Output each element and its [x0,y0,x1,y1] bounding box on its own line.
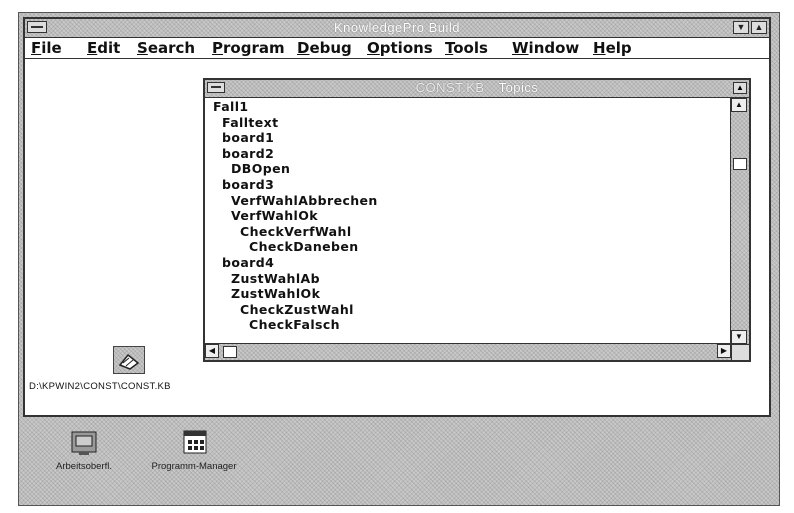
topics-subtitle: CONST.KB [415,80,485,95]
vertical-scrollbar[interactable]: ▲ ▼ [730,98,749,344]
scroll-right-arrow[interactable]: ▶ [717,344,731,358]
scroll-up-arrow[interactable]: ▲ [731,98,747,112]
menu-window[interactable]: Window [512,39,579,57]
menu-tools[interactable]: Tools [445,39,488,57]
desktop-icon-program-manager[interactable]: Programm-Manager [149,429,239,472]
menu-search[interactable]: Search [137,39,195,57]
desktop-icon-program-manager-label: Programm-Manager [151,461,237,472]
desktop: KnowledgePro Build ▼ ▲ File Edit Search … [18,12,780,506]
topic-item[interactable]: Fall1 [213,99,727,115]
menu-bar: File Edit Search Program Debug Options T… [25,38,769,59]
menu-program[interactable]: Program [212,39,285,57]
topics-maximize-button[interactable]: ▲ [733,82,747,94]
topic-item[interactable]: CheckDaneben [213,239,727,255]
menu-debug[interactable]: Debug [297,39,352,57]
maximize-button[interactable]: ▲ [751,21,767,34]
topic-item[interactable]: board2 [213,146,727,162]
horizontal-scroll-thumb[interactable] [223,346,237,358]
vertical-scroll-thumb[interactable] [733,158,747,170]
topic-item[interactable]: ZustWahlOk [213,286,727,302]
menu-options[interactable]: Options [367,39,433,57]
title-bar[interactable]: KnowledgePro Build ▼ ▲ [25,19,769,38]
topics-window-title: CONST.KB Topics [205,80,749,95]
topic-item[interactable]: board3 [213,177,727,193]
topic-item[interactable]: board4 [213,255,727,271]
minimized-window-path[interactable]: D:\KPWIN2\CONST\CONST.KB [29,381,171,392]
minimize-button[interactable]: ▼ [733,21,749,34]
topic-item[interactable]: board1 [213,130,727,146]
desktop-icon-workspace[interactable]: Arbeitsoberfl. [39,429,129,472]
knowledge-base-icon [118,353,140,370]
topic-item[interactable]: CheckVerfWahl [213,224,727,240]
size-grip [731,344,749,360]
desktop-icon-workspace-label: Arbeitsoberfl. [56,461,112,472]
menu-help[interactable]: Help [593,39,632,57]
menu-file[interactable]: File [31,39,62,57]
scroll-down-arrow[interactable]: ▼ [731,330,747,344]
topic-item[interactable]: CheckZustWahl [213,302,727,318]
scroll-left-arrow[interactable]: ◀ [205,344,219,358]
topic-item[interactable]: Falltext [213,115,727,131]
topics-title: Topics [498,80,539,95]
topic-item[interactable]: CheckFalsch [213,317,727,333]
workspace-icon [69,429,99,457]
topics-window: CONST.KB Topics ▲ Fall1 Falltext board1 boar… [203,78,751,362]
menu-edit[interactable]: Edit [87,39,120,57]
main-window: KnowledgePro Build ▼ ▲ File Edit Search … [23,17,771,417]
topics-tree: Fall1 Falltext board1 board2 DBOpen board3 Ver… [213,99,727,342]
window-title: KnowledgePro Build [333,20,461,35]
horizontal-scrollbar[interactable]: ◀ ▶ [205,343,731,360]
topic-item[interactable]: ZustWahlAb [213,271,727,287]
program-manager-icon [179,429,209,457]
topics-title-bar[interactable]: CONST.KB Topics ▲ [205,80,749,98]
topic-item[interactable]: VerfWahlAbbrechen [213,193,727,209]
minimized-kb-icon[interactable] [113,346,145,374]
topic-item[interactable]: VerfWahlOk [213,208,727,224]
topic-item[interactable]: DBOpen [213,161,727,177]
